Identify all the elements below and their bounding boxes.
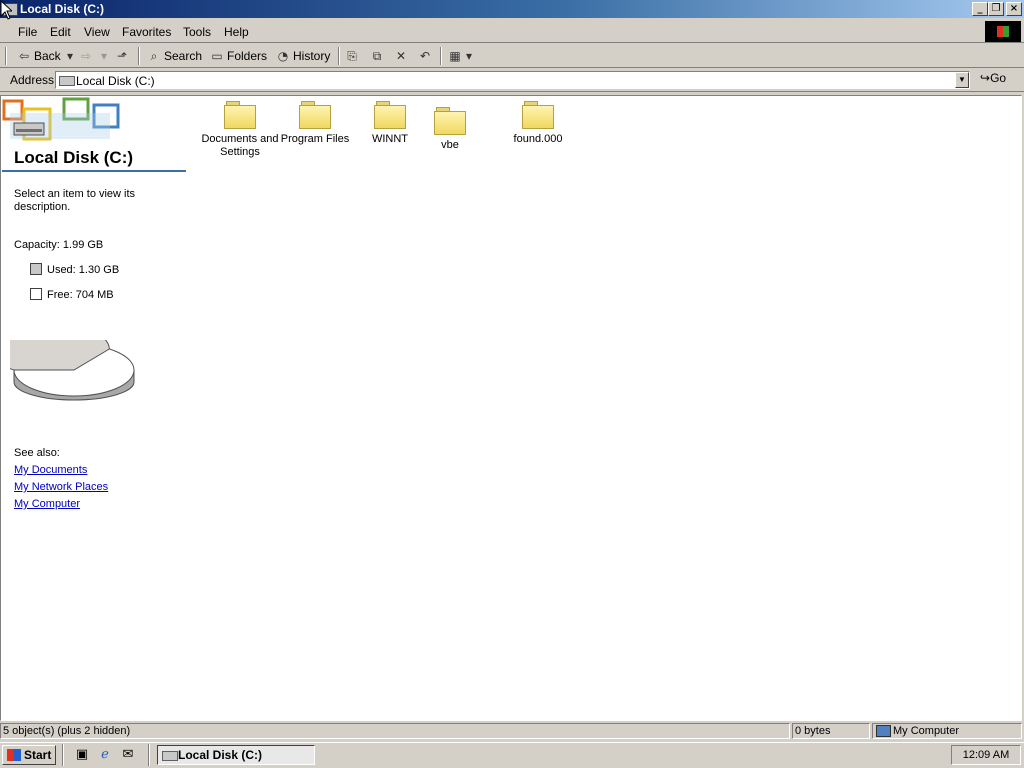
delete-button[interactable]: ✕ xyxy=(393,48,411,64)
start-label: Start xyxy=(24,748,52,762)
up-folder-button[interactable]: ⬏ xyxy=(114,48,132,64)
start-button[interactable]: Start xyxy=(2,745,56,765)
dropdown-arrow-icon: ▾ xyxy=(66,49,74,63)
forward-button[interactable]: ⇨ xyxy=(78,48,96,64)
back-arrow-icon: ⇦ xyxy=(18,49,30,63)
folder-icon xyxy=(374,101,406,129)
taskbar-window-label: Local Disk (C:) xyxy=(178,748,263,762)
menu-favorites[interactable]: Favorites xyxy=(122,25,171,39)
menu-edit[interactable]: Edit xyxy=(50,25,71,39)
link-my-computer[interactable]: My Computer xyxy=(14,498,80,510)
forward-arrow-icon: ⇨ xyxy=(80,49,92,63)
minimize-button[interactable]: _ xyxy=(972,2,988,16)
history-label: History xyxy=(293,49,331,63)
folder-label: vbe xyxy=(441,139,459,151)
folder-item[interactable]: Program Files xyxy=(275,101,355,146)
maximize-button[interactable]: ❐ xyxy=(988,2,1004,16)
capacity-text: Capacity: 1.99 GB xyxy=(14,239,104,251)
back-button[interactable]: ⇦ Back xyxy=(16,48,61,64)
toolbar: ⇦ Back ▾ ⇨ ▾ ⬏ ⌕ Search ▭ Folders ◔ Hist… xyxy=(0,44,1024,68)
search-icon: ⌕ xyxy=(150,49,158,63)
undo-button[interactable]: ↶ xyxy=(417,48,435,64)
address-value: Local Disk (C:) xyxy=(76,74,155,88)
dropdown-arrow-icon: ▾ xyxy=(465,49,473,63)
folder-item[interactable]: found.000 xyxy=(498,101,578,146)
used-text: Used: 1.30 GB xyxy=(47,264,120,276)
go-button[interactable]: ↪Go xyxy=(980,71,1006,85)
link-my-documents[interactable]: My Documents xyxy=(14,464,87,476)
window-title: Local Disk (C:) xyxy=(20,2,105,16)
status-zone: My Computer xyxy=(872,723,1022,739)
forward-dropdown[interactable]: ▾ xyxy=(96,48,114,64)
folder-label: Documents and Settings xyxy=(201,133,279,158)
see-also-label: See also: xyxy=(14,447,60,459)
outlook-express-icon[interactable]: ✉ xyxy=(120,747,136,763)
status-size: 0 bytes xyxy=(792,723,870,739)
system-tray: 12:09 AM xyxy=(951,745,1021,765)
go-label: Go xyxy=(990,71,1007,85)
link-my-network-places[interactable]: My Network Places xyxy=(14,481,108,493)
windows-logo-icon xyxy=(985,21,1021,42)
taskbar-window-button[interactable]: Local Disk (C:) xyxy=(157,745,315,765)
my-computer-icon xyxy=(876,725,891,737)
move-to-button[interactable]: ⎘ xyxy=(344,48,362,64)
windows-logo-icon xyxy=(7,749,21,761)
pane-divider xyxy=(2,170,186,172)
folder-icon xyxy=(434,107,466,135)
used-legend-swatch xyxy=(30,263,42,275)
folders-icon: ▭ xyxy=(211,49,223,63)
free-legend-swatch xyxy=(30,288,42,300)
folder-item[interactable]: Documents and Settings xyxy=(200,101,280,159)
free-text: Free: 704 MB xyxy=(47,289,114,301)
menu-tools[interactable]: Tools xyxy=(183,25,211,39)
views-grid-icon: ▦ xyxy=(449,49,461,63)
menu-help[interactable]: Help xyxy=(224,25,249,39)
pane-title: Local Disk (C:) xyxy=(14,148,134,167)
up-folder-icon: ⬏ xyxy=(116,49,128,63)
status-object-count: 5 object(s) (plus 2 hidden) xyxy=(0,723,790,739)
undo-icon: ↶ xyxy=(419,49,431,63)
title-bar[interactable]: Local Disk (C:) _ ❐ × xyxy=(0,0,1024,18)
close-button[interactable]: × xyxy=(1006,2,1022,16)
folder-icon xyxy=(522,101,554,129)
disk-usage-pie xyxy=(10,340,135,401)
copy-to-button[interactable]: ⧉ xyxy=(369,48,387,64)
folders-label: Folders xyxy=(227,49,268,63)
taskbar xyxy=(0,742,1024,768)
mouse-cursor-icon xyxy=(0,0,12,20)
drive-icon xyxy=(59,76,75,86)
address-label: Address xyxy=(10,73,55,87)
menu-file[interactable]: File xyxy=(18,25,37,39)
clock[interactable]: 12:09 AM xyxy=(963,749,1009,761)
status-bar: 5 object(s) (plus 2 hidden) 0 bytes My C… xyxy=(0,721,1024,741)
back-label: Back xyxy=(34,49,61,63)
address-dropdown-button[interactable]: ▼ xyxy=(955,72,969,88)
views-button[interactable]: ▦ ▾ xyxy=(447,48,475,64)
folder-icon xyxy=(224,101,256,129)
internet-explorer-icon[interactable]: ℯ xyxy=(97,747,113,763)
menu-view[interactable]: View xyxy=(84,25,110,39)
history-icon: ◔ xyxy=(277,49,289,63)
delete-icon: ✕ xyxy=(395,49,407,63)
folder-item[interactable]: vbe xyxy=(410,107,490,152)
search-button[interactable]: ⌕ Search xyxy=(146,48,202,64)
menu-bar: File Edit View Favorites Tools Help xyxy=(0,20,1024,43)
folder-label: found.000 xyxy=(513,133,563,145)
drive-icon xyxy=(162,751,178,761)
status-zone-label: My Computer xyxy=(893,725,960,737)
folder-icon xyxy=(299,101,331,129)
folders-button[interactable]: ▭ Folders xyxy=(209,48,267,64)
folder-label: Program Files xyxy=(280,133,350,145)
show-desktop-icon[interactable]: ▣ xyxy=(74,747,90,763)
drive-banner-image xyxy=(2,97,122,147)
search-label: Search xyxy=(164,49,203,63)
pane-description: Select an item to view its description. xyxy=(14,188,136,213)
history-button[interactable]: ◔ History xyxy=(275,48,331,64)
copy-to-icon: ⧉ xyxy=(372,49,382,63)
go-arrow-icon: ↪ xyxy=(980,71,991,85)
dropdown-arrow-icon: ▾ xyxy=(100,49,108,63)
move-to-icon: ⎘ xyxy=(347,49,357,63)
address-input[interactable]: Local Disk (C:) xyxy=(55,71,970,89)
